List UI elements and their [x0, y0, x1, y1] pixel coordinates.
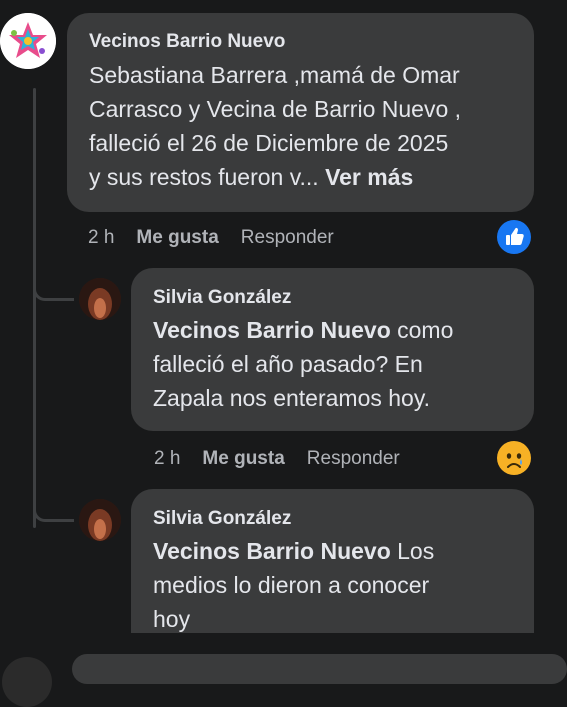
comment-text-line: y sus restos fueron v... Ver más: [89, 160, 461, 194]
thread-line: [33, 88, 36, 528]
comment-author[interactable]: Silvia González: [153, 287, 291, 309]
comment-text-line: hoy: [153, 606, 191, 632]
comment-actions: 2 h Me gusta Responder: [154, 448, 422, 470]
comment-author[interactable]: Vecinos Barrio Nuevo: [89, 31, 285, 53]
see-more-link[interactable]: Ver más: [325, 164, 413, 190]
like-button[interactable]: Me gusta: [136, 227, 218, 248]
mention-link[interactable]: Vecinos Barrio Nuevo: [153, 317, 391, 343]
like-reaction-icon[interactable]: [497, 220, 531, 254]
page-avatar[interactable]: [0, 13, 56, 69]
comment-text-line: falleció el año pasado? En: [153, 351, 423, 377]
reply-button[interactable]: Responder: [241, 227, 334, 248]
reply-button[interactable]: Responder: [307, 448, 400, 469]
comment-text-fragment: como: [390, 317, 454, 343]
comment-text: Vecinos Barrio Nuevo Los medios lo diero…: [153, 534, 434, 636]
comment-text-fragment: Los: [390, 538, 435, 564]
comment-text-fragment: y sus restos fueron v...: [89, 164, 319, 190]
comment-text: Sebastiana Barrera ,mamá de Omar Carrasc…: [89, 58, 461, 194]
reply-branch-line: [33, 284, 74, 301]
composer-avatar[interactable]: [2, 657, 52, 707]
sad-reaction-icon[interactable]: [497, 441, 531, 475]
comment-text-line: Sebastiana Barrera ,mamá de Omar: [89, 62, 460, 88]
comment-text-line: Zapala nos enteramos hoy.: [153, 385, 431, 411]
user-avatar[interactable]: [79, 278, 121, 320]
comment-composer[interactable]: [72, 654, 567, 684]
comment-text-line: Vecinos Barrio Nuevo como: [153, 313, 453, 347]
comment-text-line: medios lo dieron a conocer: [153, 572, 430, 598]
comment-text-line: falleció el 26 de Diciembre de 2025: [89, 130, 449, 156]
mention-link[interactable]: Vecinos Barrio Nuevo: [153, 538, 391, 564]
comment-text-line: Carrasco y Vecina de Barrio Nuevo ,: [89, 96, 462, 122]
comment-text-line: Vecinos Barrio Nuevo Los: [153, 534, 434, 568]
comment-text: Vecinos Barrio Nuevo como falleció el añ…: [153, 313, 453, 415]
comment-timestamp[interactable]: 2 h: [154, 448, 180, 469]
user-avatar[interactable]: [79, 499, 121, 541]
comment-actions: 2 h Me gusta Responder: [88, 227, 356, 249]
star-logo-icon: [0, 13, 56, 69]
reply-branch-line: [33, 505, 74, 522]
like-button[interactable]: Me gusta: [202, 448, 284, 469]
comment-timestamp[interactable]: 2 h: [88, 227, 114, 248]
comment-author[interactable]: Silvia González: [153, 508, 291, 530]
